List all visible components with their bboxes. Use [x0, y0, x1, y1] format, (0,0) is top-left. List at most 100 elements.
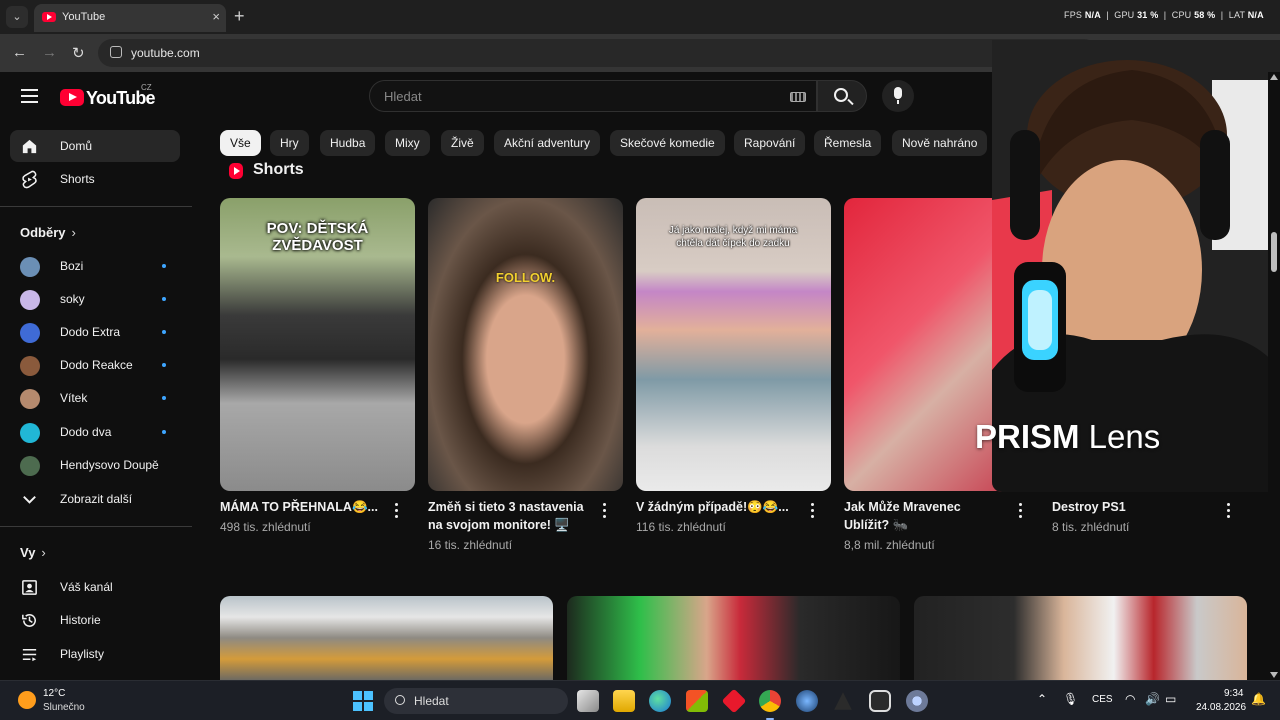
home-icon [22, 139, 37, 154]
taskbar-search-input[interactable]: Hledat [384, 688, 568, 714]
chip-recently-uploaded[interactable]: Nově nahráno [892, 130, 988, 156]
search-icon [395, 695, 405, 705]
weather-temperature[interactable]: 12°C [43, 688, 65, 699]
app-red-diamond-icon[interactable] [721, 688, 747, 714]
menu-hamburger-icon[interactable] [21, 89, 38, 103]
scrollbar-thumb[interactable] [1271, 232, 1277, 272]
more-options-icon[interactable] [395, 503, 399, 519]
voice-search-button[interactable] [882, 80, 914, 112]
reload-icon[interactable]: ↻ [72, 44, 85, 62]
scroll-down-arrow-icon[interactable] [1270, 672, 1278, 678]
steam-icon[interactable] [796, 690, 818, 712]
short-thumbnail[interactable]: POV: DĚTSKÁ ZVĚDAVOST [220, 198, 415, 491]
app-triangle-icon[interactable] [834, 692, 852, 710]
more-options-icon[interactable] [811, 503, 815, 519]
chip-mixes[interactable]: Mixy [385, 130, 430, 156]
country-code: CZ [141, 83, 152, 92]
more-options-icon[interactable] [603, 503, 607, 519]
wifi-icon[interactable]: ◠ [1125, 692, 1135, 706]
chip-games[interactable]: Hry [270, 130, 309, 156]
sun-weather-icon[interactable] [18, 691, 36, 709]
channel-name: soky [60, 292, 85, 306]
windows-start-icon[interactable] [352, 690, 374, 712]
obs-camera-icon[interactable] [869, 690, 891, 712]
sidebar-item-your-channel[interactable]: Váš kanál [10, 571, 180, 603]
clock-time[interactable]: 9:34 [1224, 688, 1243, 699]
sidebar-item-playlists[interactable]: Playlisty [10, 638, 180, 670]
more-options-icon[interactable] [1019, 503, 1023, 519]
chip-crafts[interactable]: Řemesla [814, 130, 882, 156]
sidebar-item-subscription[interactable]: Vítek [10, 382, 180, 414]
clock-date[interactable]: 24.08.2026 [1196, 702, 1246, 713]
browser-tab-bar: ⌄ YouTube × + FPS N/A | GPU 31 % | CPU 5… [0, 0, 1280, 34]
chrome-browser-icon[interactable] [759, 690, 781, 712]
search-button[interactable] [817, 80, 867, 112]
video-thumbnail[interactable] [914, 596, 1247, 680]
more-options-icon[interactable] [1227, 503, 1231, 519]
youtube-logo[interactable]: YouTube CZ [60, 83, 160, 109]
chip-rap[interactable]: Rapování [734, 130, 806, 156]
microsoft-store-icon[interactable] [686, 690, 708, 712]
sidebar-item-subscription[interactable]: Dodo Extra [10, 316, 180, 348]
sidebar-item-home[interactable]: Domů [10, 130, 180, 162]
taskbar-search-placeholder: Hledat [414, 694, 449, 708]
video-thumbnail[interactable] [220, 596, 553, 680]
chip-live[interactable]: Živě [441, 130, 484, 156]
microphone-tray-icon[interactable]: 🎙 [1063, 692, 1078, 706]
channel-name: Hendysovo Doupě [60, 458, 159, 472]
chip-music[interactable]: Hudba [320, 130, 376, 156]
edge-browser-icon[interactable] [649, 690, 671, 712]
sidebar-item-subscription[interactable]: Dodo Reakce [10, 349, 180, 381]
short-title[interactable]: Jak Může Mravenec Ublížit? 🐜 [844, 498, 1009, 534]
chip-action-adventure[interactable]: Akční adventury [494, 130, 601, 156]
chip-all[interactable]: Vše [220, 130, 261, 156]
back-arrow-icon[interactable]: ← [12, 44, 27, 61]
short-thumbnail[interactable]: FOLLOW. [428, 198, 623, 491]
tray-chevron-up-icon[interactable]: ⌃ [1037, 692, 1047, 706]
task-view-icon[interactable] [577, 690, 599, 712]
sidebar-divider [0, 206, 192, 207]
sidebar-item-subscription[interactable]: soky [10, 283, 180, 315]
language-indicator[interactable]: CES [1092, 694, 1113, 705]
tab-search-button[interactable]: ⌄ [6, 6, 28, 28]
forward-arrow-icon[interactable]: → [42, 44, 57, 61]
keyboard-icon[interactable] [790, 92, 806, 102]
show-more-button[interactable]: Zobrazit další [10, 483, 180, 515]
notification-bell-icon[interactable]: 🔔 [1251, 692, 1266, 706]
new-tab-button[interactable]: + [234, 6, 245, 27]
short-title[interactable]: Změň si tieto 3 nastavenia na svojom mon… [428, 498, 593, 534]
sidebar-item-subscription[interactable]: Dodo dva [10, 416, 180, 448]
short-thumbnail[interactable]: Já jako malej, když mi máma chtěla dát č… [636, 198, 831, 491]
tab-close-icon[interactable]: × [212, 9, 220, 24]
channel-name: Bozi [60, 259, 84, 273]
site-info-icon[interactable] [110, 46, 122, 58]
chevron-right-icon: › [71, 225, 76, 240]
page-scrollbar[interactable] [1268, 72, 1280, 680]
short-title[interactable]: Destroy PS1 [1052, 498, 1217, 516]
sidebar-item-subscription[interactable]: Hendysovo Doupě [10, 449, 180, 481]
new-content-dot [162, 330, 166, 334]
sidebar-item-subscription[interactable]: Bozi [10, 250, 180, 282]
new-content-dot [162, 297, 166, 301]
weather-condition[interactable]: Slunečno [43, 702, 85, 713]
file-explorer-icon[interactable] [613, 690, 635, 712]
scroll-up-arrow-icon[interactable] [1270, 74, 1278, 80]
short-title[interactable]: V žádným případě!😳😂... [636, 498, 801, 516]
settings-gear-icon[interactable] [906, 690, 928, 712]
search-input[interactable]: Hledat [369, 80, 817, 112]
url-text[interactable]: youtube.com [131, 46, 200, 60]
lat-label: LAT [1228, 10, 1246, 20]
sidebar-item-history[interactable]: Historie [10, 604, 180, 636]
address-bar[interactable]: youtube.com [98, 39, 1098, 67]
volume-icon[interactable]: 🔊 [1145, 692, 1160, 706]
search-placeholder: Hledat [384, 89, 422, 104]
browser-tab[interactable]: YouTube × [34, 4, 226, 32]
video-thumbnail[interactable] [567, 596, 900, 680]
chip-sketch-comedy[interactable]: Skečové komedie [610, 130, 725, 156]
short-title[interactable]: MÁMA TO PŘEHNALA😂... [220, 498, 385, 516]
sidebar-item-shorts[interactable]: Shorts [10, 163, 180, 195]
new-content-dot [162, 363, 166, 367]
battery-icon[interactable]: ▭ [1165, 692, 1176, 706]
subscriptions-heading[interactable]: Odběry › [20, 225, 76, 240]
you-heading[interactable]: Vy › [20, 545, 46, 560]
